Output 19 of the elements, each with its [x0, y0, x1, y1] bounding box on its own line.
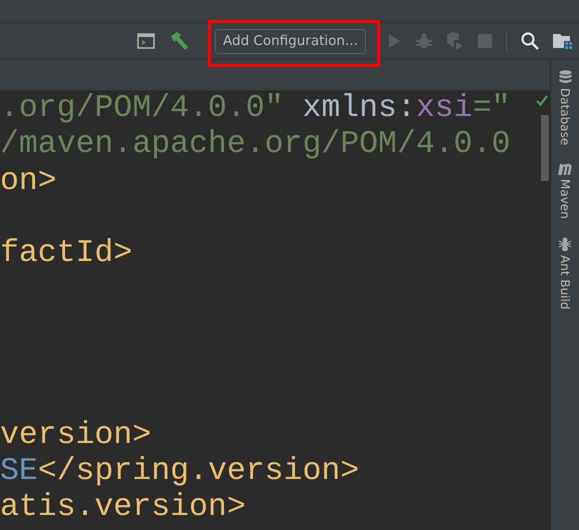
database-icon [558, 70, 572, 84]
add-configuration-button[interactable]: Add Configuration... [215, 28, 366, 54]
maven-icon [557, 163, 573, 176]
tool-window-tab[interactable]: Database [558, 88, 572, 146]
code-line: .org/POM/4.0.0" xmlns:xsi=" [0, 91, 510, 126]
code-line: version> [0, 418, 152, 453]
code-line: factId> [0, 236, 132, 272]
tool-window-tab[interactable]: Ant Build [558, 255, 572, 310]
folder-icon[interactable] [552, 32, 573, 50]
terminal-icon[interactable] [137, 33, 155, 49]
search-icon[interactable] [520, 32, 539, 50]
scrollbar-thumb[interactable] [541, 115, 549, 181]
code-line: /maven.apache.org/POM/4.0.0 [0, 127, 510, 162]
ant-icon [558, 237, 572, 252]
hammer-icon[interactable] [169, 32, 189, 50]
tool-window-tab[interactable]: Maven [558, 179, 572, 220]
code-line: atis.version> [0, 490, 246, 526]
code-line: SE</spring.version> [0, 454, 360, 489]
code-line: on> [0, 164, 57, 199]
